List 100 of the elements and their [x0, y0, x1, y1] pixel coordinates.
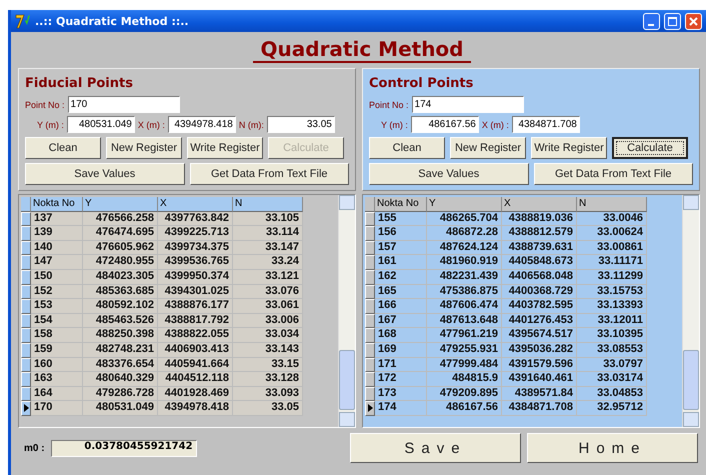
- table-cell: 33.15753: [577, 284, 647, 300]
- window-title: ..:: Quadratic Method ::..: [35, 14, 190, 28]
- table-cell: 33.143: [233, 342, 303, 358]
- column-header[interactable]: X: [158, 197, 233, 212]
- scrollbar[interactable]: [682, 195, 699, 427]
- point-number-field[interactable]: 170: [68, 96, 180, 113]
- scrollbar[interactable]: [338, 195, 355, 427]
- coordinate-field[interactable]: 486167.56: [410, 116, 479, 133]
- row-indicator[interactable]: [21, 401, 31, 416]
- table-cell: 152: [31, 284, 83, 300]
- point-number-field[interactable]: 174: [412, 96, 524, 113]
- table-cell: 4405848.673: [502, 255, 577, 270]
- table-cell: 485463.526: [83, 314, 158, 328]
- table-cell: 483376.654: [83, 358, 158, 372]
- table-cell: 484815.9: [427, 372, 502, 387]
- table-cell: 33.105: [233, 212, 303, 226]
- table-cell: 33.00624: [577, 226, 647, 241]
- table-cell: 33.0797: [577, 358, 647, 372]
- action-button[interactable]: Write Register: [531, 137, 607, 159]
- column-header[interactable]: Y: [427, 197, 502, 212]
- column-header[interactable]: Y: [83, 197, 158, 212]
- coordinate-field[interactable]: 4384871.708: [512, 116, 580, 133]
- table-cell: 172: [375, 372, 427, 387]
- table-cell: 33.05: [233, 401, 303, 416]
- table-cell: 4405941.664: [158, 358, 233, 372]
- field-label: N (m):: [238, 120, 264, 130]
- table-cell: 159: [31, 342, 83, 358]
- table-cell: 33.12011: [577, 314, 647, 328]
- table-cell: 33.11299: [577, 270, 647, 285]
- table-cell: 33.10395: [577, 328, 647, 343]
- table-cell: 484023.305: [83, 270, 158, 285]
- action-button[interactable]: Save Values: [25, 163, 184, 185]
- coordinate-field[interactable]: 33.05: [266, 116, 335, 133]
- action-button[interactable]: Clean: [369, 137, 445, 159]
- table-cell: 33.006: [233, 314, 303, 328]
- field-label: Point No :: [369, 100, 409, 110]
- m0-label: m0 :: [24, 442, 45, 454]
- column-header[interactable]: Nokta No: [375, 197, 427, 212]
- table-cell: 4394301.025: [158, 284, 233, 300]
- table-cell: 153: [31, 299, 83, 314]
- table-cell: 155: [375, 212, 427, 226]
- panel-title: Control Points: [369, 76, 474, 91]
- maximize-button[interactable]: [664, 12, 681, 30]
- table-cell: 167: [375, 314, 427, 328]
- table-cell: 33.093: [233, 386, 303, 402]
- table-cell: 33.24: [233, 255, 303, 270]
- close-button[interactable]: [685, 12, 702, 30]
- table-cell: 480531.049: [83, 401, 158, 416]
- table-cell: 33.114: [233, 226, 303, 241]
- row-indicator[interactable]: [365, 401, 375, 416]
- table-cell: 482748.231: [83, 342, 158, 358]
- table-cell: 4388819.036: [502, 212, 577, 226]
- column-header[interactable]: N: [577, 197, 647, 212]
- table-cell: 475386.875: [427, 284, 502, 300]
- table-cell: 476605.962: [83, 240, 158, 256]
- action-button[interactable]: Get Data From Text File: [190, 163, 349, 185]
- table-cell: 4403782.595: [502, 299, 577, 314]
- table-cell: 479286.728: [83, 386, 158, 402]
- table-cell: 158: [31, 328, 83, 343]
- table-cell: 487606.474: [427, 299, 502, 314]
- column-header[interactable]: Nokta No: [31, 197, 83, 212]
- table-cell: 33.061: [233, 299, 303, 314]
- column-header[interactable]: N: [233, 197, 303, 212]
- table-cell: 486265.704: [427, 212, 502, 226]
- table-cell: 150: [31, 270, 83, 285]
- table-cell: 33.00861: [577, 240, 647, 256]
- table-cell: 174: [375, 401, 427, 416]
- table-cell: 162: [375, 270, 427, 285]
- field-label: Y (m) :: [381, 120, 408, 130]
- table-cell: 33.11171: [577, 255, 647, 270]
- coordinate-field[interactable]: 4394978.418: [168, 116, 236, 133]
- table-cell: 173: [375, 386, 427, 402]
- table-cell: 156: [375, 226, 427, 241]
- table-cell: 4399950.374: [158, 270, 233, 285]
- table-cell: 477961.219: [427, 328, 502, 343]
- table-cell: 154: [31, 314, 83, 328]
- app-icon: [15, 13, 31, 29]
- table-cell: 160: [31, 358, 83, 372]
- coordinate-field[interactable]: 480531.049: [66, 116, 135, 133]
- table-cell: 139: [31, 226, 83, 241]
- action-button[interactable]: Write Register: [187, 137, 263, 159]
- action-button[interactable]: New Register: [450, 137, 526, 159]
- table-cell: 157: [375, 240, 427, 256]
- table-cell: 4389571.84: [502, 386, 577, 402]
- action-button[interactable]: New Register: [106, 137, 182, 159]
- table-cell: 477999.484: [427, 358, 502, 372]
- table-cell: 4394978.418: [158, 401, 233, 416]
- column-header[interactable]: X: [502, 197, 577, 212]
- table-cell: 480640.329: [83, 372, 158, 387]
- footer-button[interactable]: Home: [527, 433, 698, 463]
- table-cell: 161: [375, 255, 427, 270]
- action-button[interactable]: Get Data From Text File: [534, 163, 693, 185]
- minimize-button[interactable]: [643, 12, 660, 30]
- action-button[interactable]: Save Values: [369, 163, 528, 185]
- table-cell: 476474.695: [83, 226, 158, 241]
- action-button[interactable]: Clean: [25, 137, 101, 159]
- table-cell: 166: [375, 299, 427, 314]
- action-button[interactable]: Calculate: [612, 137, 688, 159]
- footer-button[interactable]: Save: [350, 433, 521, 463]
- table-cell: 33.15: [233, 358, 303, 372]
